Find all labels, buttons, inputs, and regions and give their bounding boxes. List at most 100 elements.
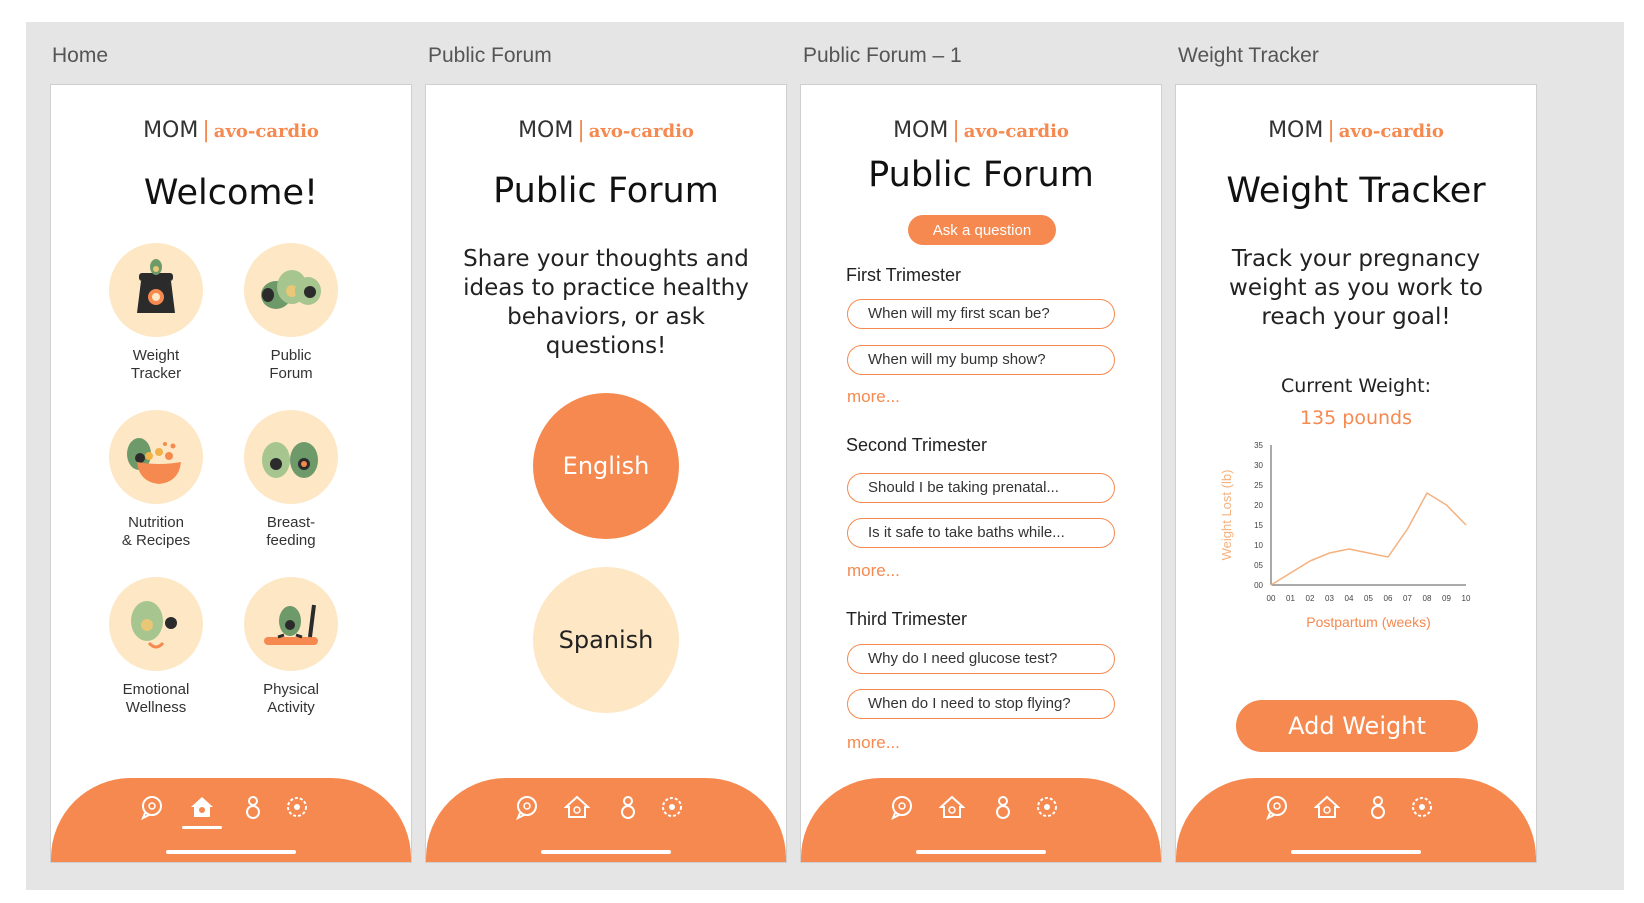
active-tab-indicator <box>182 826 222 829</box>
weight-loss-chart: 00 05 10 15 20 25 30 35 00 01 02 03 04 05 06 07 08 09 10 Po… <box>1219 441 1471 630</box>
y-tick-label: 30 <box>1254 461 1263 470</box>
brand-separator: | <box>952 118 960 143</box>
brand-header: MOM | avo-cardio <box>801 118 1161 143</box>
question-item[interactable]: When will my first scan be? <box>847 299 1115 329</box>
tile-public-forum[interactable]: Public Forum <box>221 243 361 383</box>
chat-icon[interactable] <box>1264 794 1290 821</box>
brand-header: MOM | avo-cardio <box>51 118 411 143</box>
y-tick-label: 15 <box>1254 521 1263 530</box>
y-tick-label: 20 <box>1254 501 1263 510</box>
settings-icon[interactable] <box>1409 794 1435 820</box>
y-tick-label: 25 <box>1254 481 1263 490</box>
page-title: Welcome! <box>143 173 319 213</box>
add-weight-button[interactable]: Add Weight <box>1236 700 1478 752</box>
more-link[interactable]: more... <box>847 561 900 581</box>
tile-label: Public Forum <box>269 347 313 382</box>
current-weight-label: Current Weight: <box>1281 375 1431 397</box>
weight-line-series <box>1270 492 1467 586</box>
chat-icon[interactable] <box>139 794 165 821</box>
spanish-button[interactable]: Spanish <box>533 567 679 713</box>
y-tick-label: 00 <box>1254 581 1263 590</box>
tile-weight-tracker[interactable]: Weight Tracker <box>86 243 226 383</box>
brand-app-name: avo-cardio <box>1338 121 1444 142</box>
settings-icon[interactable] <box>284 794 310 820</box>
ask-question-button[interactable]: Ask a question <box>908 215 1056 245</box>
brand-separator: | <box>202 118 210 143</box>
scale-icon <box>109 243 203 337</box>
section-heading-first-trimester: First Trimester <box>846 265 961 285</box>
question-item[interactable]: Is it safe to take baths while... <box>847 518 1115 548</box>
treadmill-icon <box>244 577 338 671</box>
question-item[interactable]: When will my bump show? <box>847 345 1115 375</box>
x-tick-label: 08 <box>1423 594 1432 603</box>
frame-title-home: Home <box>52 44 109 67</box>
brand-name: MOM <box>1268 118 1324 143</box>
bottom-nav <box>51 778 411 862</box>
profile-icon[interactable] <box>615 794 641 820</box>
x-tick-label: 02 <box>1306 594 1315 603</box>
home-indicator <box>916 850 1046 854</box>
bottom-nav <box>801 778 1161 862</box>
profile-icon[interactable] <box>240 794 266 820</box>
section-heading-third-trimester: Third Trimester <box>846 609 968 629</box>
brand-app-name: avo-cardio <box>963 121 1069 142</box>
tile-physical-activity[interactable]: Physical Activity <box>221 577 361 717</box>
chat-icon[interactable] <box>514 794 540 821</box>
x-axis-label: Postpartum (weeks) <box>1306 614 1430 630</box>
x-tick-label: 07 <box>1403 594 1412 603</box>
weight-tracker-screen: MOM | avo-cardio Weight Tracker Track your… <box>1175 84 1537 863</box>
x-tick-label: 06 <box>1384 594 1393 603</box>
current-weight-value: 135 pounds <box>1299 407 1413 429</box>
home-indicator <box>1291 850 1421 854</box>
bottom-nav <box>1176 778 1536 862</box>
home-indicator <box>541 850 671 854</box>
tile-label: Physical Activity <box>263 681 319 716</box>
x-tick-label: 10 <box>1462 594 1471 603</box>
x-tick-label: 09 <box>1442 594 1451 603</box>
brand-separator: | <box>1327 118 1335 143</box>
frame-title-weight-tracker: Weight Tracker <box>1178 44 1319 67</box>
more-link[interactable]: more... <box>847 387 900 407</box>
page-title: Weight Tracker <box>1226 171 1486 211</box>
more-link[interactable]: more... <box>847 733 900 753</box>
settings-icon[interactable] <box>659 794 685 820</box>
question-item[interactable]: Why do I need glucose test? <box>847 644 1115 674</box>
tile-label: Nutrition & Recipes <box>121 514 191 549</box>
food-bowl-icon <box>109 410 203 504</box>
x-tick-label: 03 <box>1325 594 1334 603</box>
brand-separator: | <box>577 118 585 143</box>
tile-label: Weight Tracker <box>130 347 182 382</box>
profile-icon[interactable] <box>1365 794 1391 820</box>
public-forum-questions-screen: MOM | avo-cardio Public Forum Ask a questi… <box>800 84 1162 863</box>
x-tick-label: 01 <box>1286 594 1295 603</box>
artboard-canvas: Home Public Forum Public Forum – 1 Weigh… <box>26 22 1624 890</box>
public-forum-screen: MOM | avo-cardio Public Forum Share your t… <box>425 84 787 863</box>
home-icon[interactable] <box>189 794 215 820</box>
home-icon[interactable] <box>563 794 591 820</box>
tile-breastfeeding[interactable]: Breast- feeding <box>221 410 361 550</box>
tile-emotional-wellness[interactable]: Emotional Wellness <box>86 577 226 717</box>
home-icon[interactable] <box>938 794 966 820</box>
profile-icon[interactable] <box>990 794 1016 820</box>
tile-nutrition-recipes[interactable]: Nutrition & Recipes <box>86 410 226 550</box>
brand-name: MOM <box>893 118 949 143</box>
settings-icon[interactable] <box>1034 794 1060 820</box>
y-tick-label: 35 <box>1254 441 1263 450</box>
x-tick-label: 04 <box>1345 594 1354 603</box>
y-tick-label: 05 <box>1254 561 1263 570</box>
y-axis-label: Weight Lost (lb) <box>1219 470 1234 561</box>
page-title: Public Forum <box>868 155 1094 195</box>
chat-icon[interactable] <box>889 794 915 821</box>
home-icon[interactable] <box>1313 794 1341 820</box>
tile-label: Emotional Wellness <box>122 681 190 716</box>
x-tick-label: 00 <box>1267 594 1276 603</box>
y-tick-label: 10 <box>1254 541 1263 550</box>
section-heading-second-trimester: Second Trimester <box>846 435 988 455</box>
english-button[interactable]: English <box>533 393 679 539</box>
question-item[interactable]: When do I need to stop flying? <box>847 689 1115 719</box>
brand-name: MOM <box>143 118 199 143</box>
question-item[interactable]: Should I be taking prenatal... <box>847 473 1115 503</box>
avocados-icon <box>244 243 338 337</box>
frame-title-public-forum: Public Forum <box>428 44 552 67</box>
smiling-avocado-icon <box>109 577 203 671</box>
